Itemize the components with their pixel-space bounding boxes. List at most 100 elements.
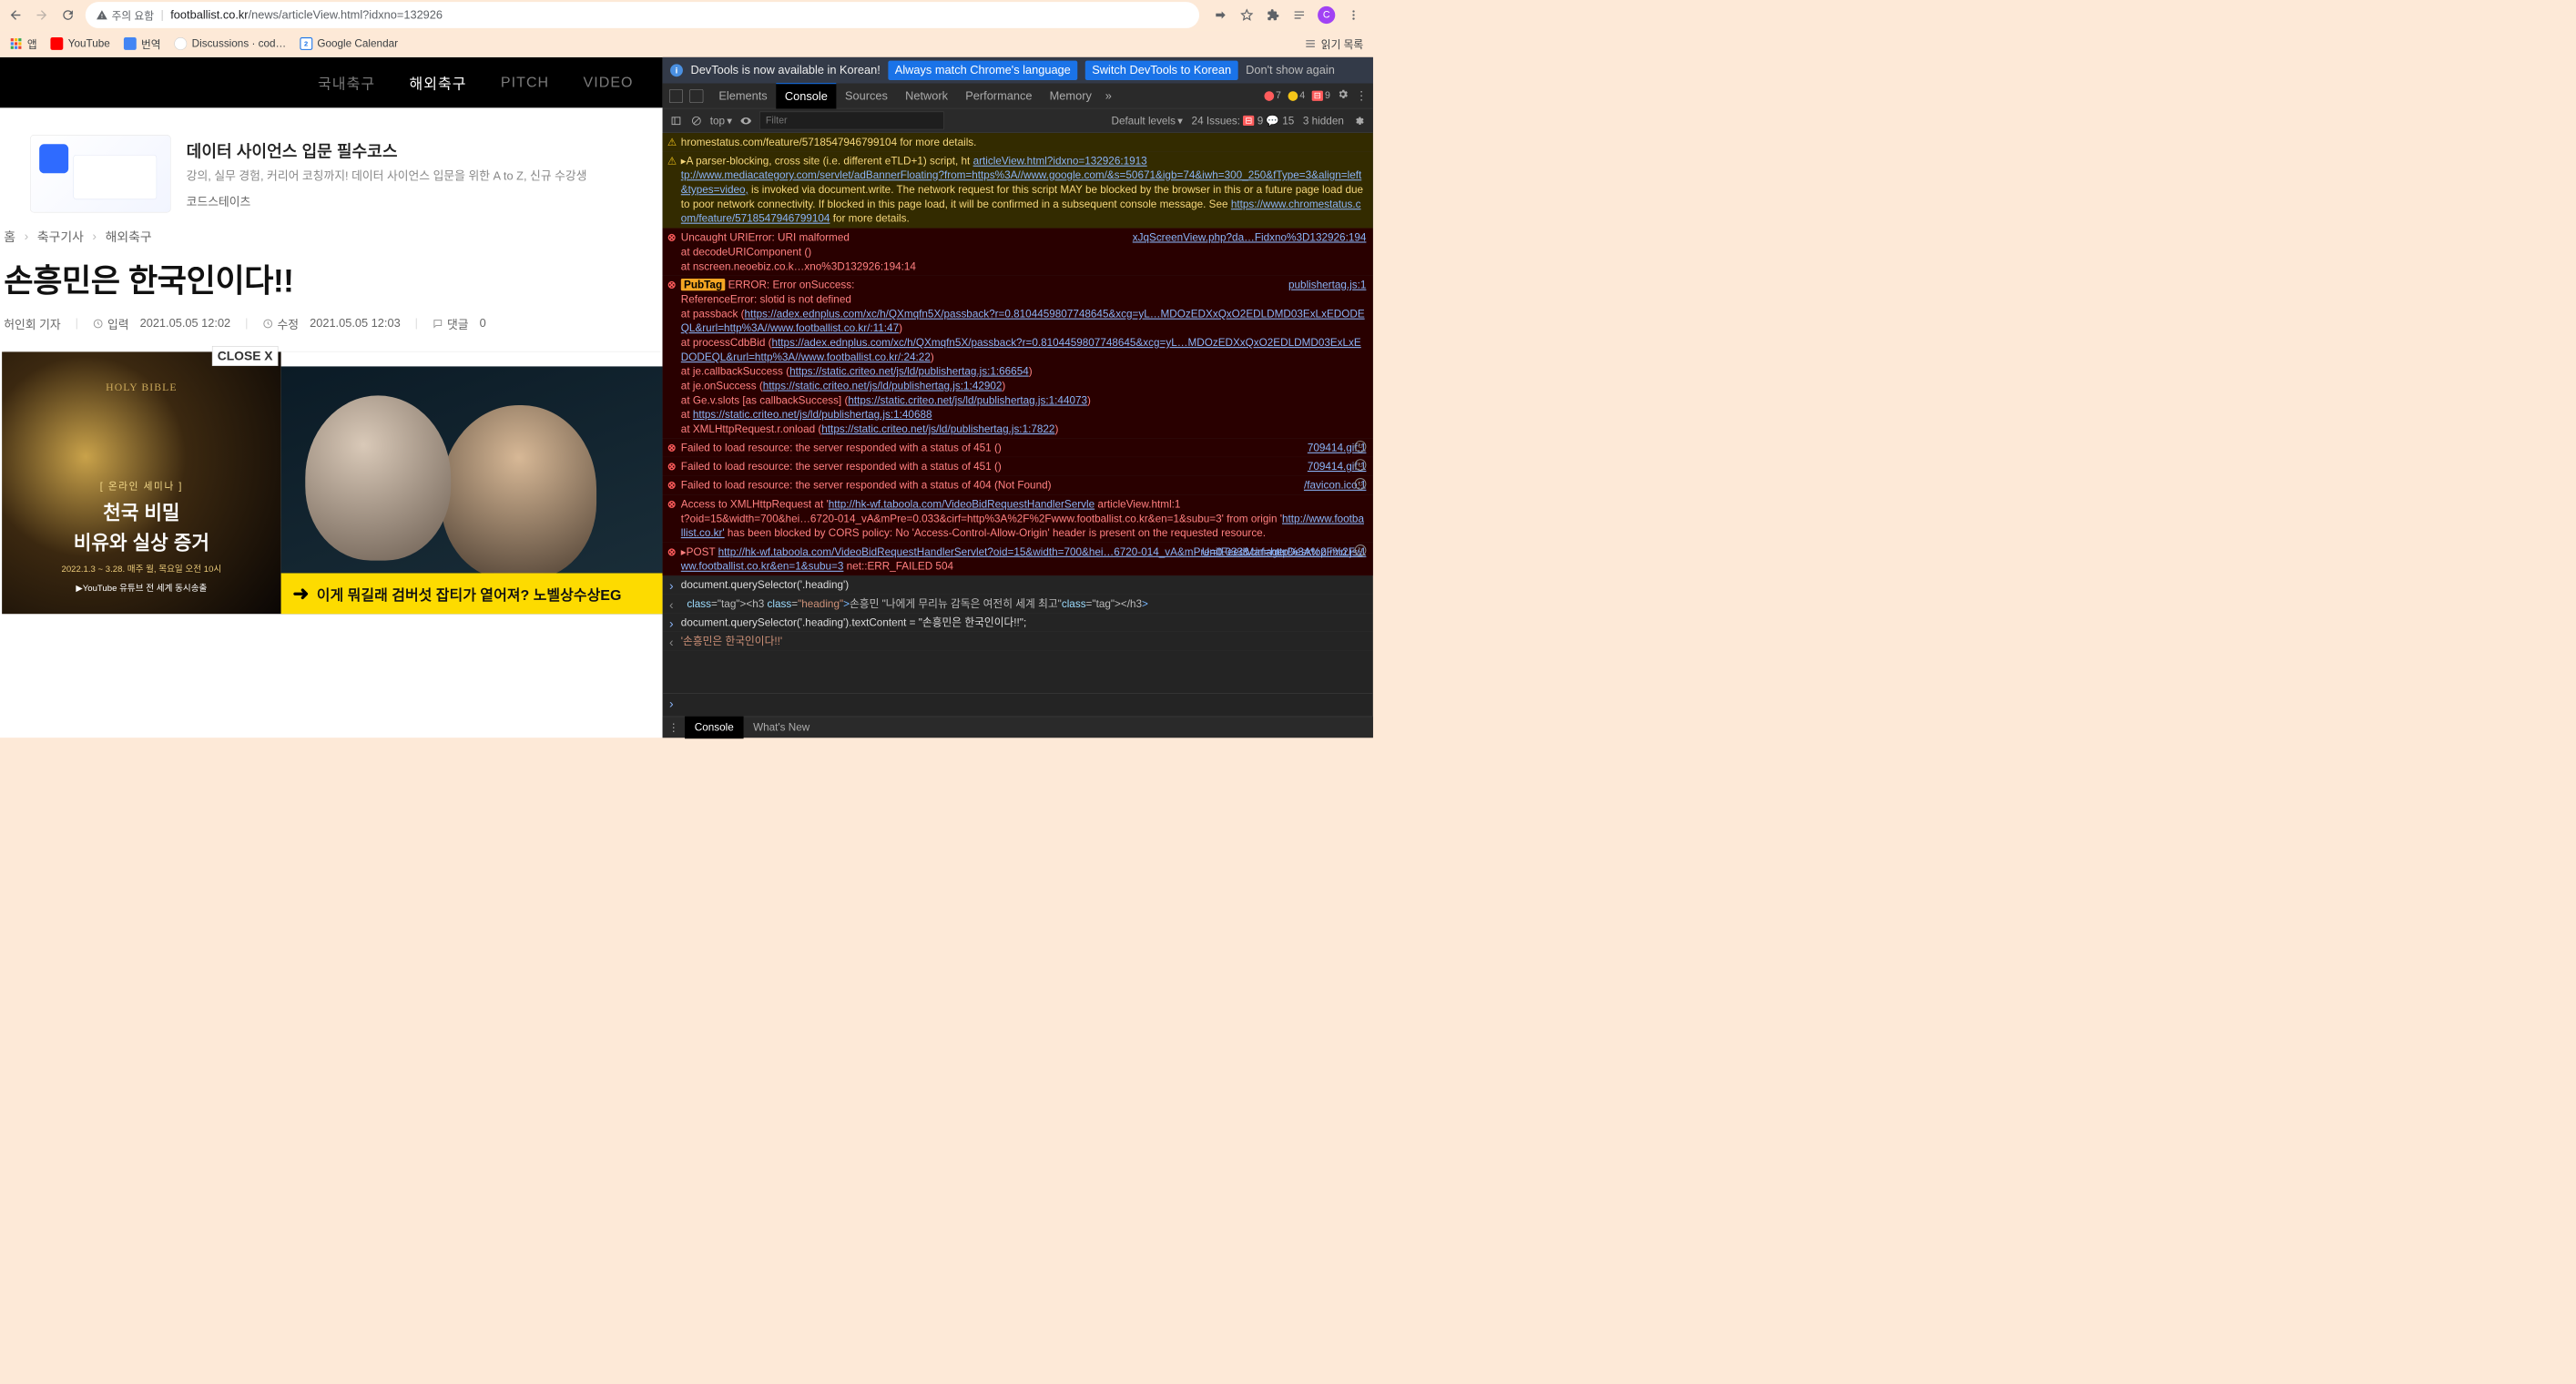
author: 허인회 기자 bbox=[4, 315, 60, 332]
inspect-icon[interactable] bbox=[669, 89, 683, 103]
close-ad-button[interactable]: CLOSE X bbox=[212, 346, 279, 366]
reload-button[interactable] bbox=[59, 6, 76, 24]
toolbar-right: C bbox=[1208, 6, 1367, 24]
filter-input[interactable] bbox=[759, 112, 944, 130]
console-log-row[interactable]: Uncaught URIError: URI malformed at deco… bbox=[663, 229, 1373, 276]
tab-network[interactable]: Network bbox=[897, 83, 957, 108]
crumb-news[interactable]: 축구기사 bbox=[37, 227, 84, 245]
blocked-badge[interactable]: ⊟9 bbox=[1312, 90, 1330, 101]
ad-brand: 코드스테이츠 bbox=[187, 192, 587, 209]
profile-avatar[interactable]: C bbox=[1318, 6, 1335, 24]
tab-elements[interactable]: Elements bbox=[710, 83, 777, 108]
warning-badge[interactable]: 4 bbox=[1288, 90, 1305, 101]
ad-thumbnail bbox=[30, 135, 171, 212]
security-label: 주의 요함 bbox=[112, 7, 154, 23]
browser-toolbar: 주의 요함 | footballist.co.kr/news/articleVi… bbox=[0, 0, 1373, 30]
reading-list-label: 읽기 목록 bbox=[1321, 36, 1363, 51]
forward-button[interactable] bbox=[33, 6, 50, 24]
back-button[interactable] bbox=[6, 6, 24, 24]
devtools-tabs: Elements Console Sources Network Perform… bbox=[663, 84, 1373, 109]
arrow-left-icon bbox=[8, 8, 23, 23]
nav-pitch[interactable]: PITCH bbox=[501, 75, 549, 91]
bookmark-youtube[interactable]: YouTube bbox=[51, 37, 110, 50]
comments[interactable]: 댓글 0 bbox=[433, 315, 486, 332]
sidebar-toggle-icon[interactable] bbox=[669, 114, 683, 127]
devtools-drawer: ⋮ Console What's New bbox=[663, 717, 1373, 738]
yellow-ad-strip[interactable]: ➜ 이게 뭐길래 검버섯 잡티가 옅어져? 노벨상수상EG bbox=[281, 573, 663, 614]
console-log-row[interactable]: hromestatus.com/feature/5718547946799104… bbox=[663, 133, 1373, 152]
clear-console-icon[interactable] bbox=[689, 114, 703, 127]
banner-dismiss[interactable]: Don't show again bbox=[1246, 64, 1335, 77]
console-prompt[interactable] bbox=[663, 693, 1373, 717]
breadcrumb: 홈 › 축구기사 › 해외축구 bbox=[4, 227, 660, 245]
issues-count[interactable]: 24 Issues: ⊟9 💬15 bbox=[1192, 115, 1295, 127]
tab-console[interactable]: Console bbox=[776, 83, 836, 109]
settings-icon[interactable] bbox=[1352, 114, 1366, 127]
overlay-line2: 천국 비밀 bbox=[2, 497, 280, 525]
menu-icon[interactable] bbox=[1346, 7, 1361, 23]
console-log-row[interactable]: Failed to load resource: the server resp… bbox=[663, 476, 1373, 495]
address-bar[interactable]: 주의 요함 | footballist.co.kr/news/articleVi… bbox=[86, 2, 1199, 28]
ad-subtitle: 강의, 실무 경험, 커리어 코칭까지! 데이터 사이언스 입문을 위한 A t… bbox=[187, 168, 587, 185]
bookmark-label: 번역 bbox=[141, 36, 161, 51]
console-log-row[interactable]: ▸A parser-blocking, cross site (i.e. dif… bbox=[663, 152, 1373, 229]
console-log-row[interactable]: document.querySelector('.heading').textC… bbox=[663, 614, 1373, 633]
youtube-icon bbox=[51, 37, 64, 50]
console-log-row[interactable]: ▸POST http://hk-wf.taboola.com/VideoBidR… bbox=[663, 543, 1373, 575]
ad-card[interactable]: 데이터 사이언스 입문 필수코스 강의, 실무 경험, 커리어 코칭까지! 데이… bbox=[30, 135, 632, 212]
tab-memory[interactable]: Memory bbox=[1041, 83, 1100, 108]
banner-switch-button[interactable]: Switch DevTools to Korean bbox=[1085, 61, 1238, 80]
console-log-row[interactable]: Access to XMLHttpRequest at 'http://hk-w… bbox=[663, 495, 1373, 543]
more-tabs-icon[interactable]: » bbox=[1100, 89, 1116, 103]
yellow-strip-text: 이게 뭐길래 검버섯 잡티가 옅어져? 노벨상수상EG bbox=[317, 583, 622, 604]
reading-list-button[interactable]: 읽기 목록 bbox=[1305, 36, 1364, 51]
ad-text: 데이터 사이언스 입문 필수코스 강의, 실무 경험, 커리어 코칭까지! 데이… bbox=[187, 138, 587, 209]
bookmark-calendar[interactable]: 2Google Calendar bbox=[300, 37, 398, 50]
drawer-tab-whatsnew[interactable]: What's New bbox=[743, 716, 820, 738]
console-log-row[interactable]: '손흥민은 한국인이다!!' bbox=[663, 632, 1373, 651]
apps-shortcut[interactable]: 앱 bbox=[10, 36, 37, 51]
crumb-home[interactable]: 홈 bbox=[4, 227, 15, 245]
bookmark-github[interactable]: Discussions · cod… bbox=[174, 37, 286, 50]
overlay-ad[interactable]: HOLY BIBLE [ 온라인 세미나 ] 천국 비밀 비유와 실상 증거 2… bbox=[2, 351, 280, 614]
device-icon[interactable] bbox=[689, 89, 703, 103]
reading-list-icon[interactable] bbox=[1291, 7, 1307, 23]
settings-icon[interactable] bbox=[1337, 88, 1349, 104]
kebab-icon[interactable]: ⋮ bbox=[1356, 89, 1368, 103]
bookmark-label: Google Calendar bbox=[317, 37, 398, 50]
arrow-right-icon bbox=[35, 8, 49, 23]
crumb-overseas[interactable]: 해외축구 bbox=[106, 227, 152, 245]
levels-selector[interactable]: Default levels ▾ bbox=[1112, 115, 1183, 127]
extensions-icon[interactable] bbox=[1266, 7, 1281, 23]
console-log-row[interactable]: PubTag ERROR: Error onSuccess:ReferenceE… bbox=[663, 276, 1373, 439]
chevron-right-icon: › bbox=[92, 229, 97, 244]
star-icon[interactable] bbox=[1239, 7, 1255, 23]
console-output[interactable]: hromestatus.com/feature/5718547946799104… bbox=[663, 133, 1373, 693]
bookmark-translate[interactable]: 번역 bbox=[124, 36, 161, 51]
tab-sources[interactable]: Sources bbox=[836, 83, 896, 108]
apps-icon bbox=[10, 37, 23, 50]
nav-domestic[interactable]: 국내축구 bbox=[318, 72, 375, 93]
nav-overseas[interactable]: 해외축구 bbox=[409, 72, 466, 93]
translate-icon bbox=[124, 37, 137, 50]
article-headline: 손흥민은 한국인이다!! bbox=[4, 255, 660, 301]
drawer-tab-console[interactable]: Console bbox=[685, 716, 743, 738]
error-badge[interactable]: 7 bbox=[1264, 90, 1281, 101]
drawer-menu-icon[interactable]: ⋮ bbox=[663, 721, 686, 734]
reload-icon bbox=[61, 8, 76, 23]
edit-time: 수정 2021.05.05 12:03 bbox=[262, 315, 400, 332]
context-selector[interactable]: top ▾ bbox=[710, 115, 732, 127]
console-log-row[interactable]: Failed to load resource: the server resp… bbox=[663, 439, 1373, 458]
site-nav: 국내축구 해외축구 PITCH VIDEO bbox=[0, 57, 663, 107]
tab-performance[interactable]: Performance bbox=[957, 83, 1041, 108]
console-log-row[interactable]: document.querySelector('.heading') bbox=[663, 575, 1373, 595]
eye-icon[interactable] bbox=[739, 114, 753, 127]
nav-video[interactable]: VIDEO bbox=[583, 75, 633, 91]
share-icon[interactable] bbox=[1213, 7, 1228, 23]
arrow-icon: ➜ bbox=[292, 583, 309, 606]
url-text: footballist.co.kr/news/articleView.html?… bbox=[170, 8, 443, 22]
banner-match-button[interactable]: Always match Chrome's language bbox=[888, 61, 1077, 80]
console-return-row[interactable]: class="tag"><h3 class="heading">손흥민 "나에게… bbox=[663, 595, 1373, 614]
bookmarks-bar: 앱 YouTube 번역 Discussions · cod… 2Google … bbox=[0, 30, 1373, 57]
console-log-row[interactable]: Failed to load resource: the server resp… bbox=[663, 457, 1373, 476]
